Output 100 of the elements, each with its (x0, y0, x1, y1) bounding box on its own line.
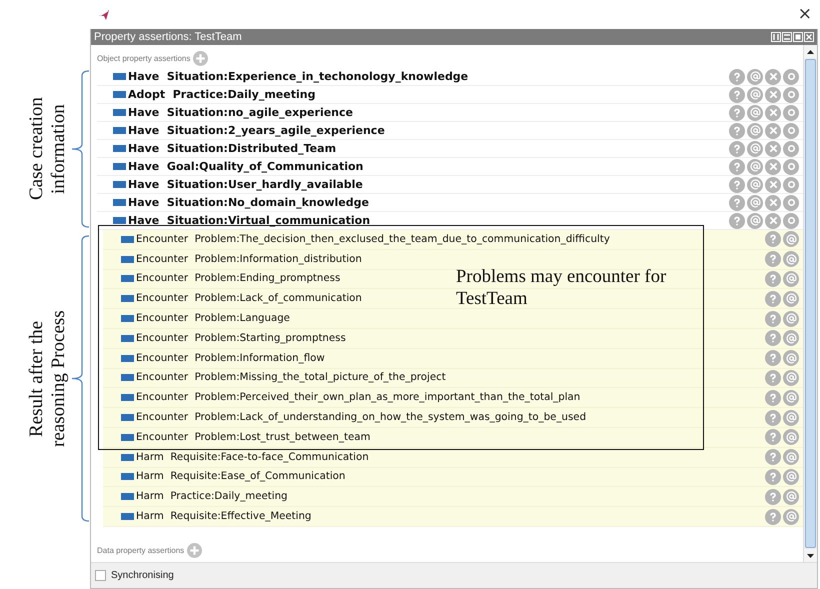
question-mark-icon[interactable] (765, 468, 781, 485)
at-sign-icon[interactable] (783, 390, 799, 406)
ring-icon[interactable] (783, 86, 799, 102)
at-sign-icon[interactable] (783, 270, 799, 287)
at-sign-icon[interactable] (747, 158, 763, 174)
property-icon (121, 493, 134, 500)
at-sign-icon[interactable] (783, 310, 799, 327)
assertion-text: Have Goal:Quality_of_Communication (128, 160, 364, 173)
assertion-text: Have Situation:Distributed_Team (128, 142, 336, 155)
at-sign-icon[interactable] (783, 330, 799, 346)
question-mark-icon[interactable] (765, 370, 781, 386)
question-mark-icon[interactable] (765, 270, 781, 287)
delete-icon[interactable] (765, 122, 781, 138)
question-mark-icon[interactable] (765, 350, 781, 366)
question-mark-icon[interactable] (729, 194, 745, 210)
assertion-text: Encounter Problem:Information_flow (136, 352, 325, 364)
property-icon (113, 73, 126, 80)
scrollbar-thumb[interactable] (805, 59, 816, 548)
question-mark-icon[interactable] (729, 122, 745, 138)
delete-icon[interactable] (765, 86, 781, 102)
assertion-text: Have Situation:No_domain_knowledge (128, 196, 369, 209)
question-mark-icon[interactable] (765, 508, 781, 525)
question-mark-icon[interactable] (765, 310, 781, 327)
delete-icon[interactable] (765, 140, 781, 156)
property-icon (113, 127, 126, 134)
delete-icon[interactable] (765, 212, 781, 228)
ring-icon[interactable] (783, 140, 799, 156)
at-sign-icon[interactable] (747, 140, 763, 156)
ring-icon[interactable] (783, 212, 799, 228)
question-mark-icon[interactable] (729, 86, 745, 102)
question-mark-icon[interactable] (765, 290, 781, 307)
add-button[interactable] (193, 51, 208, 66)
section-label: Object property assertions (97, 54, 190, 63)
delete-icon[interactable] (765, 68, 781, 84)
at-sign-icon[interactable] (747, 104, 763, 120)
scroll-down-button[interactable] (804, 549, 817, 562)
close-button[interactable]: × (798, 6, 812, 23)
question-mark-icon[interactable] (765, 410, 781, 426)
checkbox-label: Synchronising (111, 570, 174, 581)
property-icon (113, 145, 126, 152)
at-sign-icon[interactable] (747, 68, 763, 84)
property-icon (121, 275, 134, 282)
synchronising-checkbox[interactable] (95, 570, 106, 581)
at-sign-icon[interactable] (783, 350, 799, 366)
delete-icon[interactable] (765, 176, 781, 192)
at-sign-icon[interactable] (783, 251, 799, 268)
add-button[interactable] (187, 543, 202, 558)
property-icon (113, 91, 126, 98)
view-controls-icon[interactable] (771, 32, 814, 42)
question-mark-icon[interactable] (765, 429, 781, 446)
question-mark-icon[interactable] (729, 158, 745, 174)
property-icon (121, 315, 134, 322)
ring-icon[interactable] (783, 194, 799, 210)
at-sign-icon[interactable] (747, 212, 763, 228)
scroll-up-button[interactable] (804, 45, 817, 58)
delete-icon[interactable] (765, 104, 781, 120)
question-mark-icon[interactable] (765, 449, 781, 466)
at-sign-icon[interactable] (783, 290, 799, 307)
property-icon (121, 454, 134, 461)
at-sign-icon[interactable] (783, 449, 799, 466)
at-sign-icon[interactable] (783, 370, 799, 386)
question-mark-icon[interactable] (765, 251, 781, 268)
property-icon (121, 394, 134, 402)
assertion-text: Encounter Problem:Lack_of_communication (136, 293, 362, 304)
question-mark-icon[interactable] (765, 330, 781, 346)
question-mark-icon[interactable] (765, 390, 781, 406)
ring-icon[interactable] (783, 122, 799, 138)
at-sign-icon[interactable] (783, 468, 799, 485)
at-sign-icon[interactable] (783, 429, 799, 446)
ring-icon[interactable] (783, 176, 799, 192)
at-sign-icon[interactable] (747, 194, 763, 210)
at-sign-icon[interactable] (783, 231, 799, 248)
property-icon (113, 199, 126, 206)
ring-icon[interactable] (783, 104, 799, 120)
property-icon (121, 354, 134, 362)
at-sign-icon[interactable] (783, 508, 799, 525)
question-mark-icon[interactable] (765, 231, 781, 248)
question-mark-icon[interactable] (729, 104, 745, 120)
property-icon (121, 414, 134, 422)
at-sign-icon[interactable] (783, 410, 799, 426)
question-mark-icon[interactable] (765, 488, 781, 505)
ring-icon[interactable] (783, 158, 799, 174)
assertion-text: Have Situation:no_agile_experience (128, 106, 353, 119)
assertion-text: Adopt Practice:Daily_meeting (128, 88, 316, 101)
question-mark-icon[interactable] (729, 68, 745, 84)
property-icon (121, 236, 134, 243)
question-mark-icon[interactable] (729, 140, 745, 156)
at-sign-icon[interactable] (747, 176, 763, 192)
assertion-text: Encounter Problem:The_decision_then_exclused_the_team_due_to_communication_difficulty (136, 234, 610, 245)
delete-icon[interactable] (765, 158, 781, 174)
question-mark-icon[interactable] (729, 212, 745, 228)
at-sign-icon[interactable] (783, 488, 799, 505)
at-sign-icon[interactable] (747, 86, 763, 102)
at-sign-icon[interactable] (747, 122, 763, 138)
question-mark-icon[interactable] (729, 176, 745, 192)
assertion-text: Harm Requisite:Face-to-face_Communication (136, 452, 369, 463)
delete-icon[interactable] (765, 194, 781, 210)
section-label: Data property assertions (97, 546, 184, 555)
assertion-text: Encounter Problem:Lost_trust_between_team (136, 432, 370, 443)
ring-icon[interactable] (783, 68, 799, 84)
